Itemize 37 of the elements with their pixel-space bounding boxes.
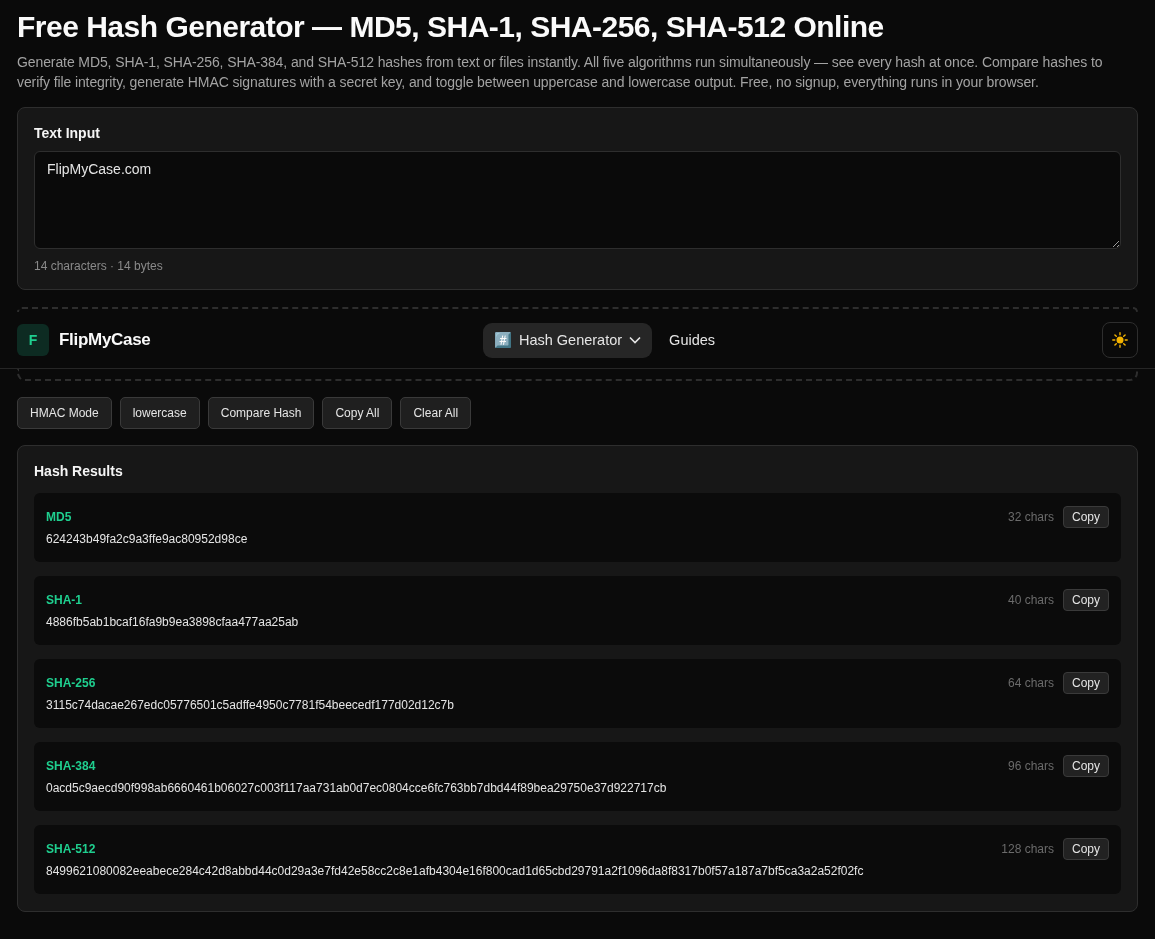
hash-length: 64 chars [1007, 676, 1054, 690]
sun-icon [1112, 332, 1128, 348]
hash-value: 624243b49fa2c9a3ffe9ac80952d98ce [46, 532, 249, 546]
hash-value: 3115c74dacae267edc05776501c5adffe4950c7781f54beecedf177d02d12c7b [46, 698, 455, 712]
toolbar-button[interactable]: lowercase [119, 397, 200, 429]
hash-length: 96 chars [1007, 759, 1054, 773]
input-stats: 14 characters · 14 bytes [34, 259, 164, 273]
card-title: Text Input [34, 125, 101, 141]
page-title: Free Hash Generator — MD5, SHA-1, SHA-256, SHA-512 Online [17, 10, 885, 44]
hash-value: 8499621080082eeabece284c42d8abbd44c0d29a3e7fd42e58cc2c8e1afb4304e16f800cad1d65cbd29791a2f1096da8f8317b0f57a187a7bf5ca3a2a52f02fc [46, 864, 865, 878]
copy-button[interactable]: Copy [1063, 838, 1109, 860]
algorithm-label: SHA-256 [46, 676, 96, 690]
algorithm-label: SHA-1 [46, 593, 82, 607]
copy-button[interactable]: Copy [1063, 672, 1109, 694]
nav-menu-item[interactable]: #⃣ Hash Generator [482, 322, 653, 358]
hash-length: 40 chars [1007, 593, 1054, 607]
logo-icon[interactable]: F [17, 324, 49, 356]
algorithm-label: MD5 [46, 510, 72, 524]
copy-button[interactable]: Copy [1063, 589, 1109, 611]
hash-value: 0acd5c9aecd90f998ab6660461b06027c003f117aa731ab0d7ec0804cce6fc763bb7dbd44f89bea29750e37d922717cb [46, 781, 668, 795]
card-title: Hash Results [34, 463, 124, 479]
copy-button[interactable]: Copy [1063, 755, 1109, 777]
hash-length: 32 chars [1007, 510, 1054, 524]
copy-button[interactable]: Copy [1063, 506, 1109, 528]
hash-length: 128 chars [1001, 842, 1054, 856]
algorithm-label: SHA-512 [46, 842, 96, 856]
nav-menu-item[interactable]: Guides [658, 323, 727, 357]
toolbar-button[interactable]: HMAC Mode [17, 397, 112, 429]
hash-value: 4886fb5ab1bcaf16fa9b9ea3898cfaa477aa25ab [46, 615, 300, 629]
text-input-field[interactable]: FlipMyCase.com [34, 151, 1121, 249]
page-description: Generate MD5, SHA-1, SHA-256, SHA-384, and SHA-512 hashes from text or files instantly. All five algorithms run simultaneously — see every hash at once. Compare hashes to verify file integrity, generate HMAC signatures with a secret key, and toggle between uppercase and lowercase output. Free, no signup, everything runs in your browser. [17, 53, 1104, 92]
theme-toggle-button[interactable] [1102, 322, 1138, 358]
brand-name[interactable]: FlipMyCase [59, 330, 151, 350]
toolbar-button[interactable]: Compare Hash [207, 397, 315, 429]
toolbar-button[interactable]: Clear All [400, 397, 472, 429]
toolbar-button[interactable]: Copy All [322, 397, 393, 429]
algorithm-label: SHA-384 [46, 759, 96, 773]
